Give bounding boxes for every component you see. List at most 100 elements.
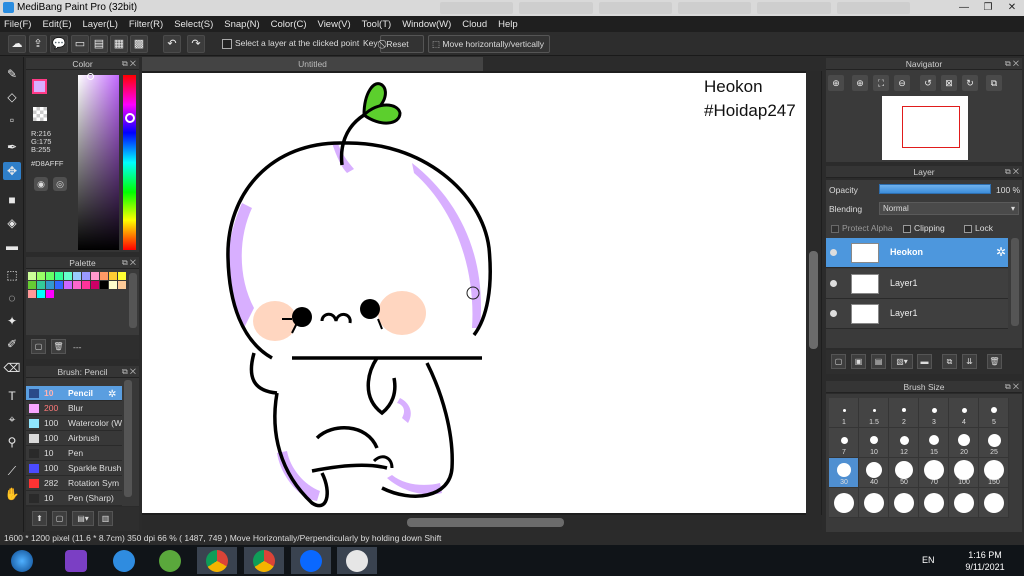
eraser-tool-icon[interactable]: ◇ <box>3 88 21 106</box>
palette-color-icon[interactable]: ◉ <box>34 177 48 191</box>
palette-swatch[interactable] <box>46 290 54 298</box>
fit-window-icon[interactable]: ⛶ <box>873 75 889 91</box>
zoom-fit-icon[interactable]: ⊕ <box>852 75 868 91</box>
delete-palette-icon[interactable]: 🗑 <box>51 339 66 354</box>
bucket-tool-icon[interactable]: ◈ <box>3 214 21 232</box>
taskbar-visual-studio[interactable] <box>56 547 96 574</box>
foreground-color-swatch[interactable] <box>32 79 47 94</box>
visibility-eye-icon[interactable] <box>830 310 837 317</box>
pen-tool-icon[interactable]: ✒ <box>3 138 21 156</box>
palette-swatch[interactable] <box>118 281 126 289</box>
lasso-tool-icon[interactable]: ◌ <box>3 289 21 307</box>
new-brush-icon[interactable]: ▢ <box>52 511 67 526</box>
select-tool-icon[interactable]: ⬚ <box>3 266 21 284</box>
flip-icon[interactable]: ⧉ <box>986 75 1002 91</box>
add-palette-icon[interactable]: ▢ <box>31 339 46 354</box>
eyedropper-tool-icon[interactable]: ⚲ <box>3 433 21 451</box>
brush-item[interactable]: 200 Blur <box>26 401 122 416</box>
start-button[interactable] <box>2 547 42 574</box>
brush-size-option[interactable]: 40 <box>859 458 889 488</box>
palette-swatch[interactable] <box>73 272 81 280</box>
hue-slider-knob[interactable] <box>125 113 135 123</box>
select-pen-icon[interactable]: ✐ <box>3 335 21 353</box>
transparent-swatch[interactable] <box>33 107 47 121</box>
navigator-viewport[interactable] <box>902 106 960 148</box>
palette-swatch[interactable] <box>37 290 45 298</box>
brush-size-option[interactable]: 50 <box>889 458 919 488</box>
canvas-vertical-scrollbar[interactable] <box>806 71 821 515</box>
palette-swatch[interactable] <box>82 272 90 280</box>
message-icon[interactable]: ▭ <box>71 35 89 53</box>
new-8bit-layer-icon[interactable]: ▤ <box>871 354 886 369</box>
panel-window-icons[interactable]: ⧉ ✕ <box>1005 381 1019 393</box>
horizontal-scroll-thumb[interactable] <box>407 518 564 527</box>
palette-swatch[interactable] <box>100 281 108 289</box>
brush-item[interactable]: 100 Watercolor (W <box>26 416 122 431</box>
layer-scrollbar[interactable] <box>1011 238 1019 326</box>
blending-select[interactable]: Normal <box>879 202 1019 215</box>
gradient-tool-icon[interactable]: ▬ <box>3 237 21 255</box>
lock-checkbox[interactable] <box>964 225 972 233</box>
brush-size-option[interactable] <box>979 488 1009 518</box>
brush-properties-icon[interactable]: ▥ <box>98 511 113 526</box>
menu-select[interactable]: Select(S) <box>174 19 213 30</box>
brush-settings-gear-icon[interactable]: ✲ <box>108 389 116 400</box>
panel-window-icons[interactable]: ⧉ ✕ <box>122 58 136 70</box>
palette-swatch[interactable] <box>73 281 81 289</box>
menu-edit[interactable]: Edit(E) <box>42 19 71 30</box>
language-indicator[interactable]: EN <box>922 555 935 565</box>
palette-swatch[interactable] <box>91 272 99 280</box>
grid-icon[interactable]: ▩ <box>130 35 148 53</box>
comment-icon[interactable]: 💬 <box>50 35 68 53</box>
brush-menu-icon[interactable]: ▤▾ <box>72 511 94 526</box>
menu-cloud[interactable]: Cloud <box>462 19 487 30</box>
palette-swatch[interactable] <box>82 281 90 289</box>
brush-size-option[interactable]: 15 <box>919 428 949 458</box>
brush-tool-icon[interactable]: ✎ <box>3 65 21 83</box>
brush-size-option[interactable]: 4 <box>949 398 979 428</box>
palette-scrollbar[interactable] <box>129 273 137 328</box>
clipping-checkbox[interactable] <box>903 225 911 233</box>
brush-item[interactable]: 10 Pen <box>26 446 122 461</box>
clock[interactable]: 1:16 PM 9/11/2021 <box>962 549 1008 573</box>
palette-swatch[interactable] <box>37 272 45 280</box>
rotate-left-icon[interactable]: ↺ <box>920 75 936 91</box>
reset-button[interactable]: ⃠ Reset <box>380 35 424 53</box>
panel-window-icons[interactable]: ⧉ ✕ <box>122 366 136 378</box>
palette-swatch[interactable] <box>55 272 63 280</box>
brush-size-option[interactable]: 7 <box>829 428 859 458</box>
brush-size-option[interactable]: 10 <box>859 428 889 458</box>
brush-size-option[interactable] <box>859 488 889 518</box>
palette-swatch[interactable] <box>46 281 54 289</box>
menu-file[interactable]: File(F) <box>4 19 31 30</box>
brush-size-option[interactable] <box>829 488 859 518</box>
brush-item[interactable]: 282 Rotation Sym <box>26 476 122 491</box>
document-icon[interactable]: ▤ <box>90 35 108 53</box>
rotate-reset-icon[interactable]: ⊠ <box>941 75 957 91</box>
palette-swatch[interactable] <box>91 281 99 289</box>
share-icon[interactable]: ⇪ <box>29 35 47 53</box>
minimize-button[interactable]: — <box>952 0 976 16</box>
rect-fill-tool-icon[interactable]: ■ <box>3 191 21 209</box>
menu-window[interactable]: Window(W) <box>402 19 451 30</box>
hand-tool-icon[interactable]: ✋ <box>3 485 21 503</box>
palette-swatch[interactable] <box>109 272 117 280</box>
vertical-scroll-thumb[interactable] <box>809 251 818 349</box>
merge-layer-icon[interactable]: ⇊ <box>962 354 977 369</box>
redo-icon[interactable]: ↷ <box>187 35 205 53</box>
select-eraser-icon[interactable]: ⌫ <box>3 359 21 377</box>
layer-row[interactable]: Layer1 <box>826 269 1008 299</box>
select-layer-checkbox[interactable] <box>222 39 232 49</box>
brush-size-option[interactable]: 12 <box>889 428 919 458</box>
undo-icon[interactable]: ↶ <box>163 35 181 53</box>
taskbar-chrome-2[interactable] <box>244 547 284 574</box>
brush-size-option[interactable]: 1.5 <box>859 398 889 428</box>
text-tool-icon[interactable]: T <box>3 387 21 405</box>
layer-row[interactable]: Layer1 <box>826 299 1008 329</box>
brush-size-option[interactable]: 30 <box>829 458 859 488</box>
move-tool-icon[interactable]: ✥ <box>3 162 21 180</box>
new-layer-icon[interactable]: ▢ <box>831 354 846 369</box>
brush-item[interactable]: 10 Pen (Sharp) <box>26 491 122 506</box>
palette-swatch[interactable] <box>118 272 126 280</box>
brush-item[interactable]: 100 Sparkle Brush <box>26 461 122 476</box>
